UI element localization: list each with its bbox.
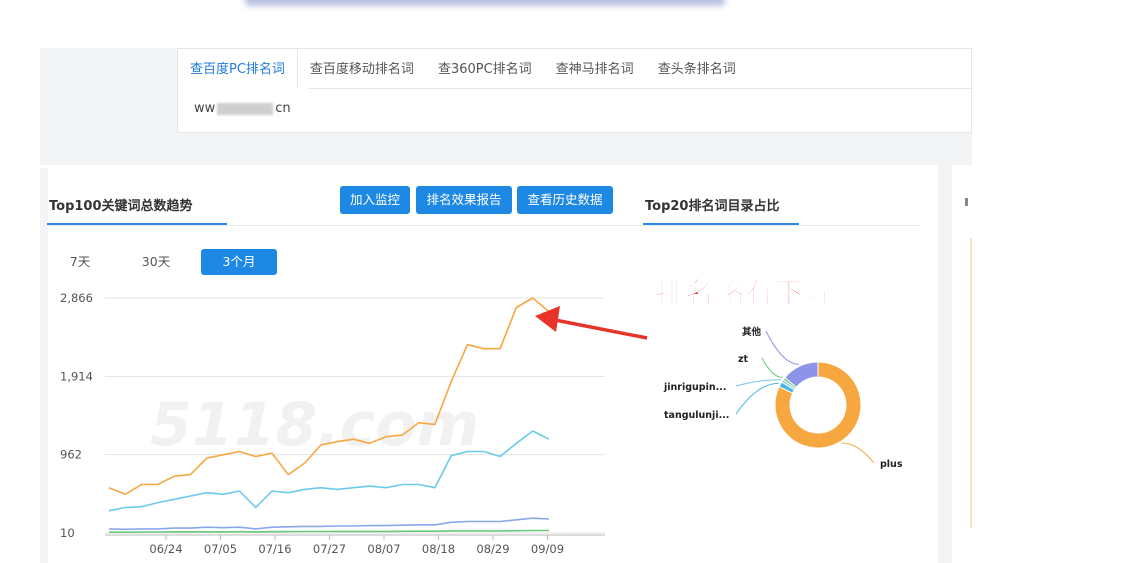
pie-chart: plus tangulunji... jinrigupin... zt 其他 [663, 326, 903, 470]
watermark: 5118.com [150, 390, 479, 460]
pie-label: 其他 [742, 326, 762, 338]
x-tick-label: 07/05 [204, 542, 237, 556]
y-tick-label: 962 [60, 448, 82, 462]
y-tick-label: 10 [60, 526, 75, 540]
x-tick-label: 08/29 [476, 542, 509, 556]
annotation-arrow [535, 306, 648, 340]
pie-label: jinrigupin... [663, 382, 726, 393]
series-line [109, 529, 549, 534]
series-line [108, 517, 550, 531]
pie-leader-line [735, 382, 779, 415]
x-tick-label: 07/27 [313, 542, 346, 556]
pie-leader-line [735, 379, 781, 387]
pie-leader-line [761, 357, 783, 378]
x-tick-label: 07/16 [258, 542, 291, 556]
y-tick-label: 2,866 [60, 291, 93, 305]
pie-label: tangulunji... [664, 410, 729, 421]
annotation-text: 排名略有下降 [654, 276, 836, 311]
x-tick-label: 08/18 [422, 542, 455, 556]
y-tick-label: 1,914 [60, 369, 93, 383]
x-tick-label: 06/24 [149, 542, 182, 556]
pie-leader-line [842, 442, 875, 464]
x-tick-label: 08/07 [367, 542, 400, 556]
charts-canvas: 5118.com 2,866 1,914 962 10 06/24 07/05 07/16 0… [60, 291, 903, 556]
x-tick-label: 09/09 [531, 542, 564, 556]
pie-leader-line [765, 330, 799, 365]
pie-label: zt [738, 354, 749, 365]
pie-label: plus [880, 459, 903, 470]
